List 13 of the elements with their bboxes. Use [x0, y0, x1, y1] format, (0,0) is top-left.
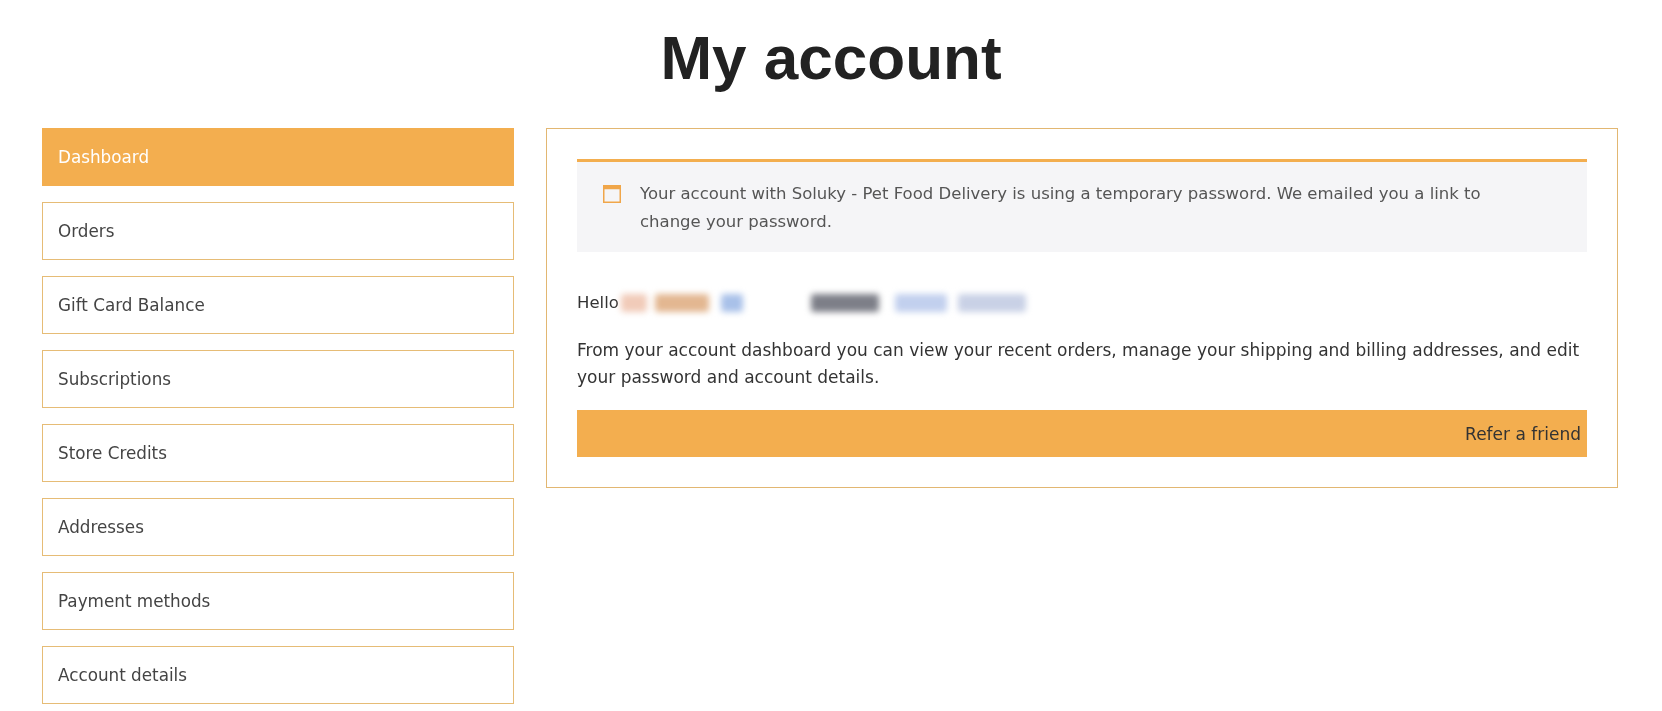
page-title: My account [660, 22, 1002, 94]
window-outline-icon [603, 185, 621, 203]
sidebar-item[interactable]: Store Credits [42, 424, 514, 482]
sidebar-item[interactable]: Addresses [42, 498, 514, 556]
notice-text: Your account with Soluky - Pet Food Delivery is using a temporary password. We emailed you a link to change your password. [640, 183, 1482, 233]
refer-friend-button[interactable]: Refer a friend [577, 410, 1587, 457]
greeting-text: Hello [577, 292, 619, 314]
sidebar-item[interactable]: Orders [42, 202, 514, 260]
sidebar-item[interactable]: Gift Card Balance [42, 276, 514, 334]
intro-text: From your account dashboard you can view your recent orders, manage your shipping and billing addresses, and edit your password and account details. [577, 339, 1581, 389]
sidebar-item[interactable]: Account details [42, 646, 514, 704]
sidebar-item[interactable]: Subscriptions [42, 350, 514, 408]
sidebar-item[interactable]: Payment methods [42, 572, 514, 630]
